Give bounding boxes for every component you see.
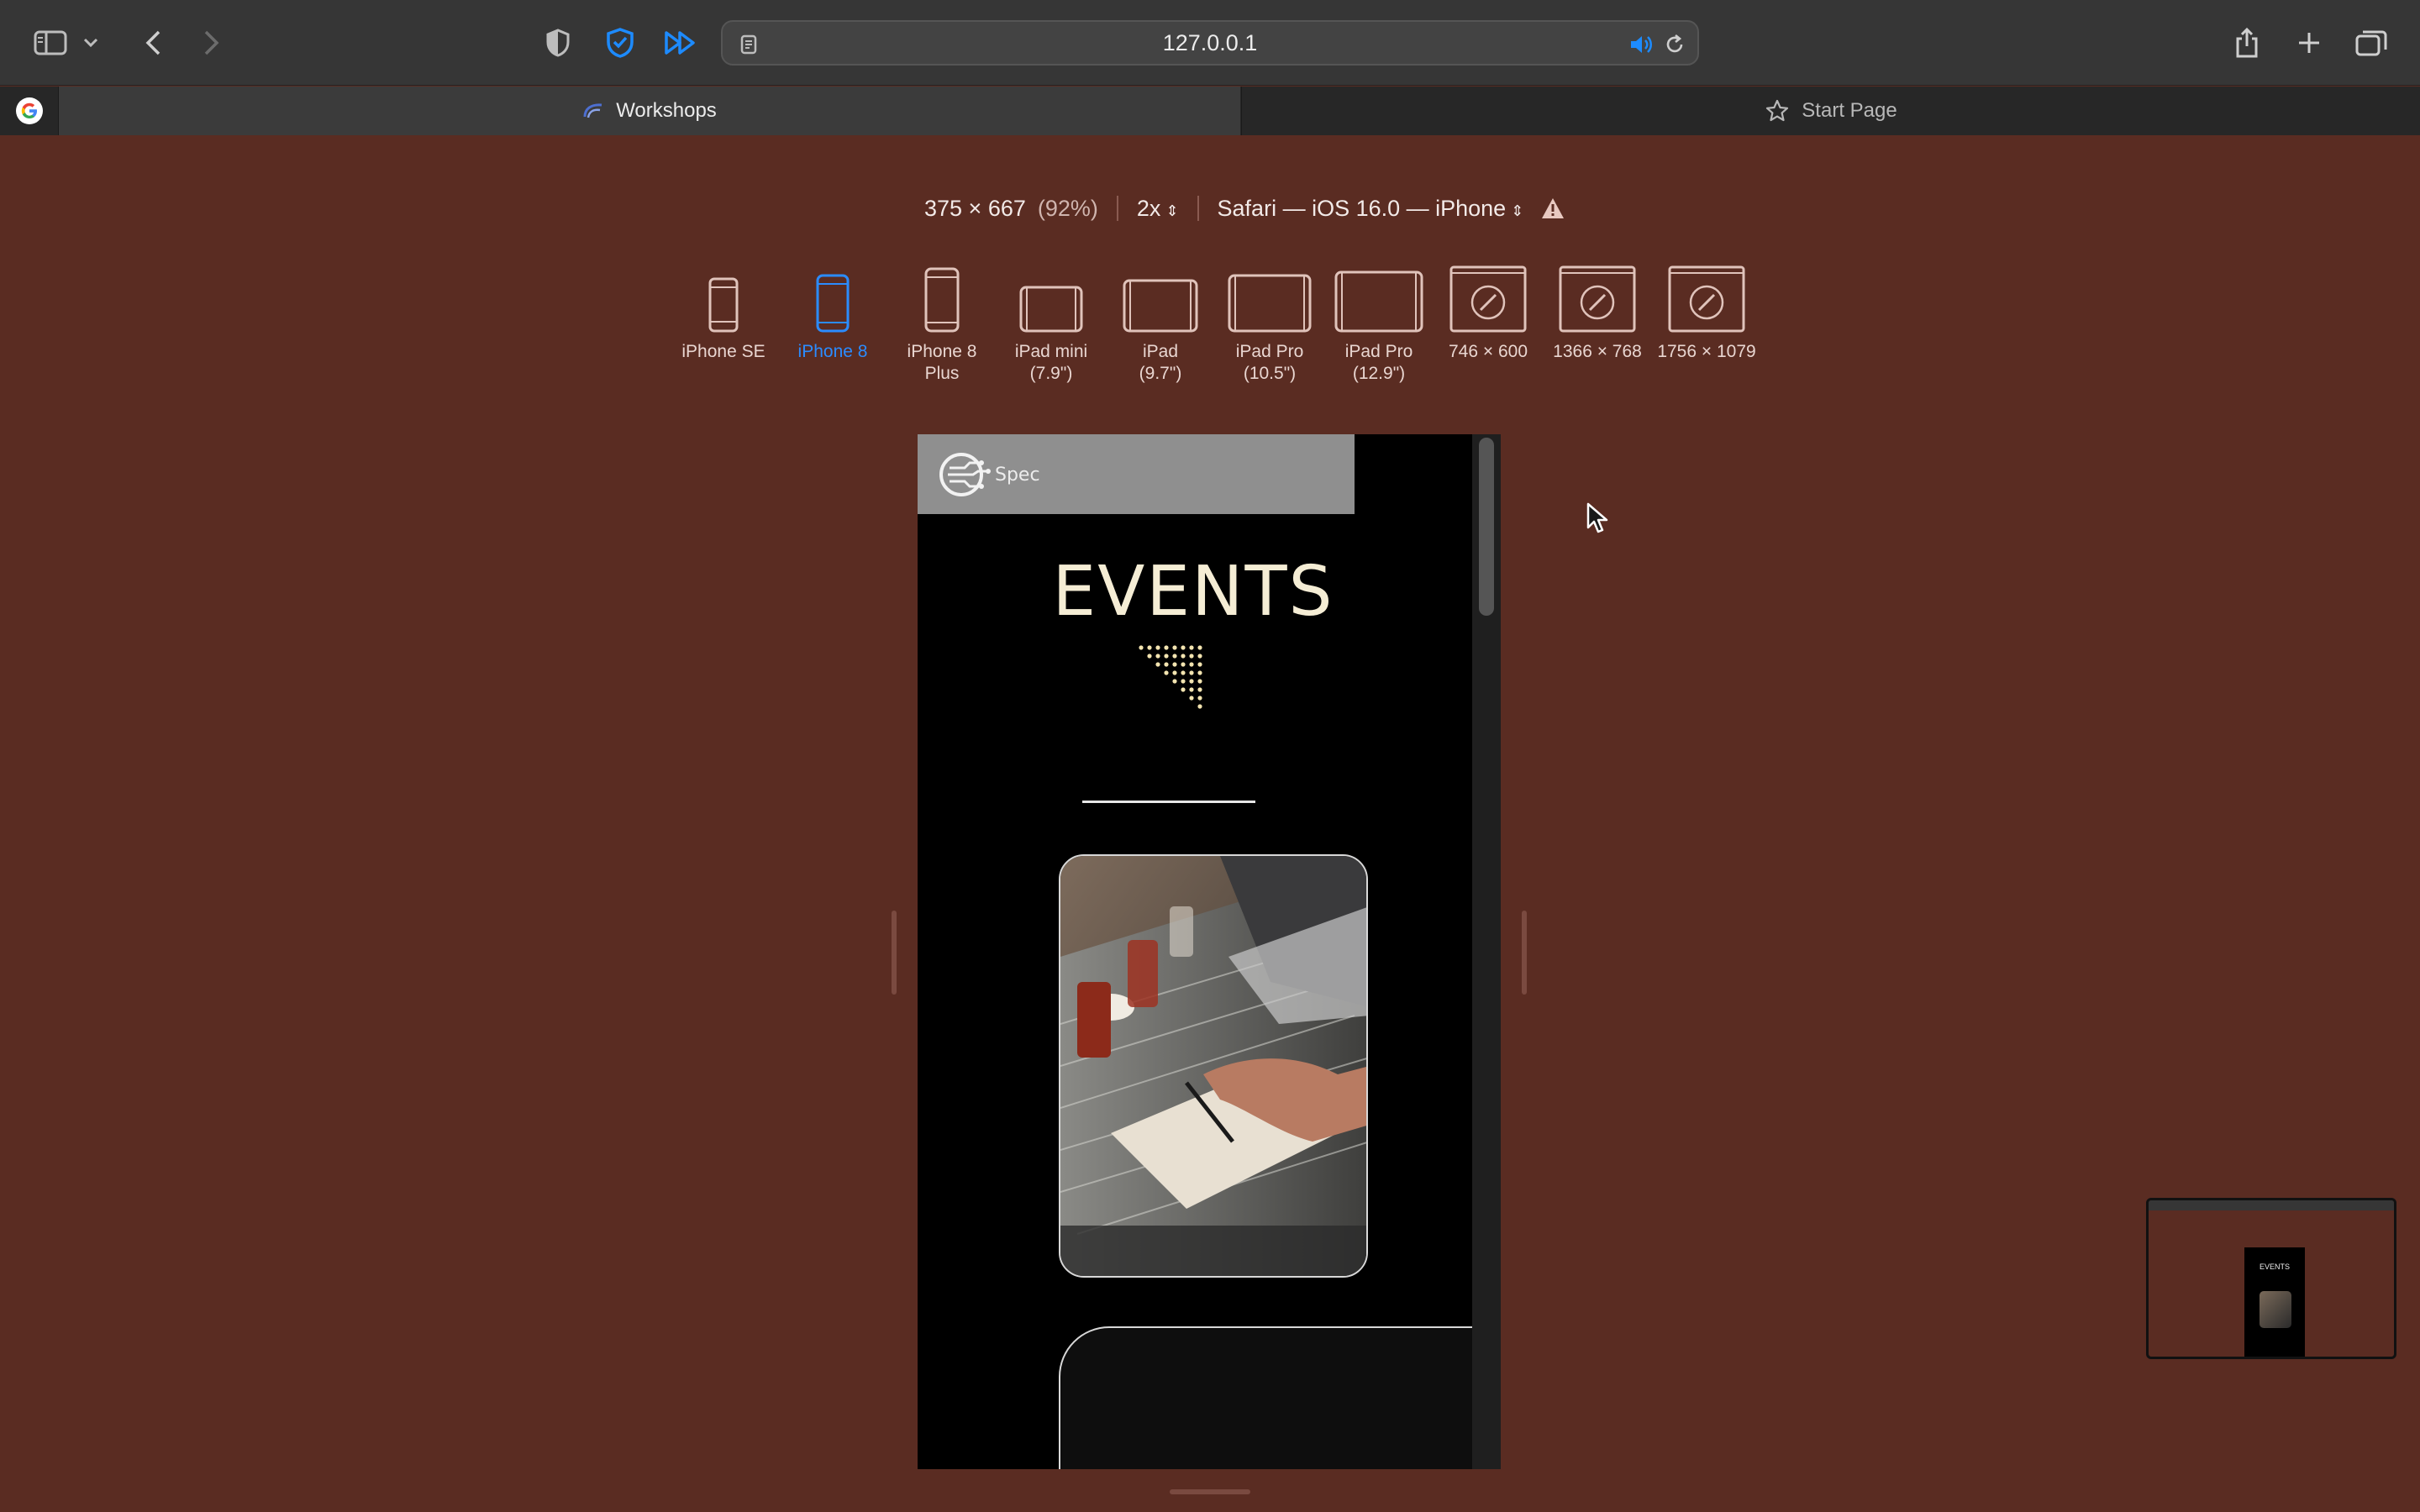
resize-handle-right[interactable] — [1522, 911, 1527, 995]
audio-playing-icon[interactable] — [1627, 30, 1655, 59]
device-iphone-8[interactable]: iPhone 8 — [778, 259, 887, 363]
forward-icon[interactable] — [192, 23, 232, 63]
compass-window-icon — [1434, 259, 1543, 333]
viewport-zoom: (92%) — [1037, 195, 1098, 221]
stepper-chevron-icon: ⇕ — [1165, 202, 1179, 219]
tablet-icon — [997, 259, 1106, 333]
device-746x600[interactable]: 746 × 600 — [1434, 259, 1543, 363]
pixel-ratio-value: 2x — [1136, 195, 1161, 221]
device-label: iPhone 8 — [797, 342, 868, 361]
device-ipad-pro-10-5[interactable]: iPad Pro (10.5") — [1215, 259, 1324, 385]
device-label: iPad Pro — [1344, 342, 1413, 361]
device-label: 746 × 600 — [1448, 342, 1528, 361]
site-logo[interactable]: Spec — [936, 449, 1054, 500]
user-agent-value: Safari — iOS 16.0 — iPhone — [1217, 195, 1507, 221]
phone-icon — [778, 259, 887, 333]
page-title: EVENTS — [1052, 552, 1334, 632]
pinned-tab-google[interactable] — [0, 87, 59, 135]
resize-handle-bottom[interactable] — [1170, 1489, 1250, 1494]
compass-window-icon — [1652, 259, 1761, 333]
device-viewport: Spec EVENTS — [918, 434, 1501, 1469]
scrollbar-thumb[interactable] — [1479, 438, 1494, 616]
share-icon[interactable] — [2227, 23, 2267, 63]
url-text: 127.0.0.1 — [1162, 30, 1258, 55]
viewport-info-bar: 375 × 667 (92%) 2x ⇕ Safari — iOS 16.0 — … — [924, 192, 1565, 225]
event-card[interactable] — [1059, 854, 1368, 1278]
device-sublabel: (9.7") — [1139, 364, 1182, 383]
privacy-shield-icon[interactable] — [538, 23, 578, 63]
resize-handle-left[interactable] — [892, 911, 897, 995]
tab-preview-thumbnail[interactable]: EVENTS — [2146, 1198, 2396, 1359]
separator — [1197, 196, 1199, 221]
mouse-cursor-icon — [1586, 502, 1608, 533]
device-iphone-se[interactable]: iPhone SE — [669, 259, 778, 363]
stepper-chevron-icon: ⇕ — [1511, 202, 1524, 219]
event-card[interactable] — [1059, 1326, 1487, 1469]
phone-icon — [669, 259, 778, 333]
browser-toolbar: 127.0.0.1 — [0, 0, 2420, 86]
back-icon[interactable] — [133, 23, 173, 63]
device-ipad-pro-12-9[interactable]: iPad Pro (12.9") — [1324, 259, 1434, 385]
chevron-down-icon[interactable] — [76, 23, 106, 63]
device-label: iPad mini — [1014, 342, 1088, 361]
device-sublabel: (10.5") — [1243, 364, 1297, 383]
device-label: 1756 × 1079 — [1657, 342, 1756, 361]
logo-text: Spec — [995, 465, 1040, 486]
address-bar[interactable]: 127.0.0.1 — [721, 20, 1699, 66]
tab-start-page[interactable]: Start Page — [1241, 87, 2420, 135]
tablet-icon — [1324, 259, 1434, 333]
device-label: iPad Pro — [1235, 342, 1304, 361]
extension-shield-icon[interactable] — [600, 23, 640, 63]
device-ipad[interactable]: iPad (9.7") — [1106, 259, 1215, 385]
device-presets: iPhone SE iPhone 8 iPhone 8 Plus iPad mi… — [669, 259, 1761, 385]
reload-icon[interactable] — [1660, 30, 1689, 59]
site-header: Spec — [918, 434, 1355, 514]
thumbnail-title: EVENTS — [2259, 1263, 2290, 1271]
tab-overview-icon[interactable] — [2351, 23, 2391, 63]
page-scrollbar[interactable] — [1472, 434, 1501, 1469]
thumbnail-image — [2260, 1291, 2291, 1328]
viewport-dimensions[interactable]: 375 × 667 — [924, 196, 1026, 222]
device-label: iPhone 8 — [907, 342, 977, 361]
phone-icon — [887, 259, 997, 333]
dot-pattern-decoration — [1139, 645, 1202, 709]
user-agent-select[interactable]: Safari — iOS 16.0 — iPhone ⇕ — [1218, 196, 1524, 222]
device-label: iPad — [1142, 342, 1179, 361]
workshop-photo — [1060, 856, 1366, 1276]
device-1366x768[interactable]: 1366 × 768 — [1543, 259, 1652, 363]
tab-workshops[interactable]: Workshops — [59, 87, 1240, 135]
device-ipad-mini[interactable]: iPad mini (7.9") — [997, 259, 1106, 385]
device-label: 1366 × 768 — [1553, 342, 1642, 361]
device-sublabel: (12.9") — [1352, 364, 1406, 383]
device-iphone-8-plus[interactable]: iPhone 8 Plus — [887, 259, 997, 385]
sidebar-toggle-icon[interactable] — [30, 23, 71, 63]
tablet-icon — [1106, 259, 1215, 333]
tab-bar: Workshops Start Page — [0, 87, 2420, 135]
device-1756x1079[interactable]: 1756 × 1079 — [1652, 259, 1761, 363]
tab-label: Start Page — [1802, 99, 1897, 122]
pixel-ratio-select[interactable]: 2x ⇕ — [1137, 196, 1179, 222]
device-label: iPhone SE — [681, 342, 765, 361]
separator — [1116, 196, 1118, 221]
device-sublabel: Plus — [924, 364, 960, 383]
compass-window-icon — [1543, 259, 1652, 333]
tab-label: Workshops — [616, 99, 717, 122]
fast-forward-icon[interactable] — [660, 23, 701, 63]
section-divider — [1082, 801, 1255, 803]
new-tab-icon[interactable] — [2289, 23, 2329, 63]
warning-icon[interactable] — [1540, 197, 1565, 220]
device-sublabel: (7.9") — [1029, 364, 1073, 383]
tablet-icon — [1215, 259, 1324, 333]
thumbnail-viewport: EVENTS — [2244, 1247, 2305, 1357]
thumbnail-toolbar — [2149, 1200, 2394, 1210]
google-logo-icon — [15, 97, 43, 124]
star-icon — [1766, 99, 1789, 122]
site-favicon-icon — [583, 103, 602, 118]
